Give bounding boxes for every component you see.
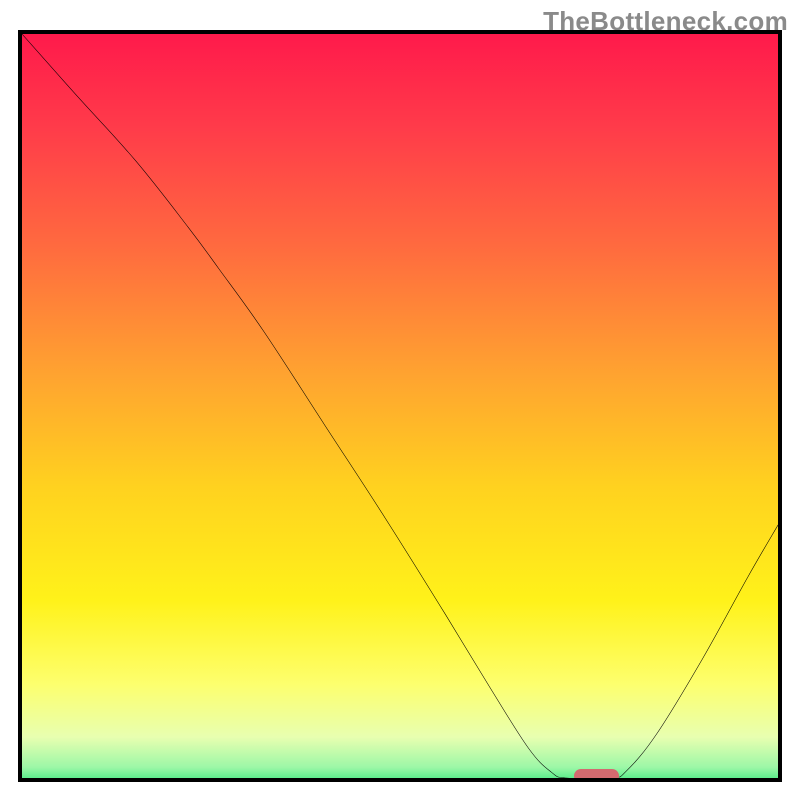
optimal-marker (574, 769, 619, 782)
bottleneck-curve (22, 34, 778, 778)
chart-stage: TheBottleneck.com (0, 0, 800, 800)
plot-frame (18, 30, 782, 782)
plot-inner (22, 34, 778, 778)
